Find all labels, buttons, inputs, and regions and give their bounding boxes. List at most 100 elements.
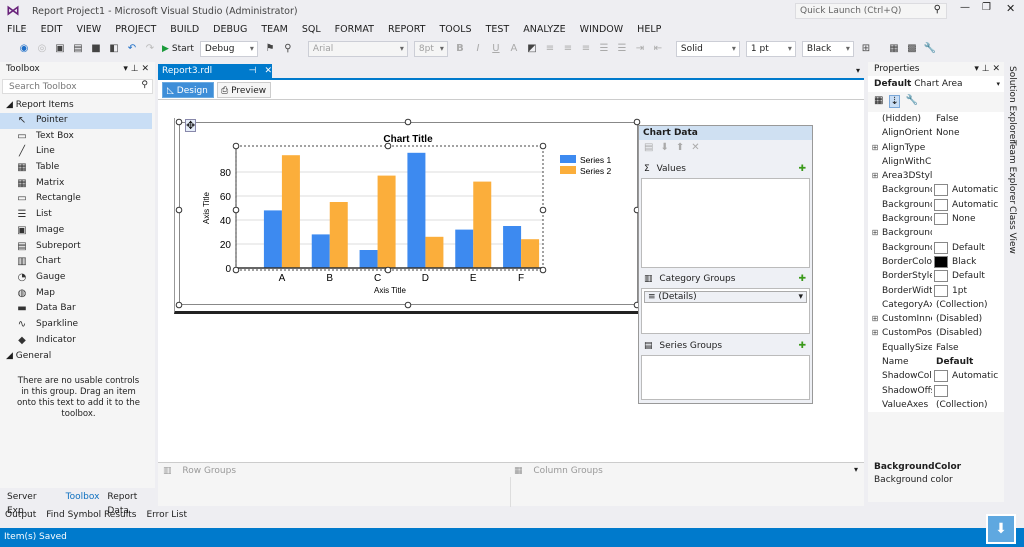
property-row[interactable]: Name Default — [868, 355, 1004, 369]
toolbox-group-general[interactable]: ◢ General — [0, 348, 155, 364]
menu-build[interactable]: BUILD — [163, 22, 206, 38]
x-axis-title[interactable]: Axis Title — [374, 286, 407, 295]
resize-handle[interactable] — [539, 142, 547, 150]
grouping-options-icon[interactable]: ▾ — [854, 465, 858, 474]
property-row[interactable]: ⊞CustomInnerPlotPosition(Disabled) — [868, 312, 1004, 326]
property-row[interactable]: (Hidden) False — [868, 112, 1004, 126]
resize-handle[interactable] — [175, 118, 183, 126]
italic-icon[interactable]: I — [472, 43, 484, 55]
property-row[interactable]: BorderColor Black — [868, 255, 1004, 269]
menu-analyze[interactable]: ANALYZE — [516, 22, 572, 38]
bar-series2-D[interactable] — [425, 236, 444, 268]
resize-handle[interactable] — [404, 301, 412, 309]
new-project-icon[interactable]: ▣ — [54, 43, 66, 55]
toolbox-item-map[interactable]: ◍ Map — [0, 286, 152, 302]
bar-series2-A[interactable] — [281, 155, 300, 268]
menu-team[interactable]: TEAM — [254, 22, 295, 38]
toolbox-item-image[interactable]: ▣ Image — [0, 223, 152, 239]
find-icon[interactable]: ⚲ — [282, 43, 294, 55]
tab-overflow-icon[interactable]: ▾ — [856, 66, 860, 75]
tab-team-explorer[interactable]: Team Explorer — [1007, 140, 1017, 204]
font-size-select[interactable]: 8pt — [413, 41, 448, 57]
underline-icon[interactable]: U — [490, 43, 502, 55]
resize-handle[interactable] — [175, 206, 183, 214]
property-row[interactable]: BackgroundColorAutomatic — [868, 183, 1004, 197]
tab-toolbox[interactable]: Toolbox — [66, 490, 100, 506]
y-axis-title[interactable]: Axis Title — [202, 191, 211, 224]
border-style-select[interactable]: Solid — [675, 41, 740, 57]
property-row[interactable]: EquallySizedAxesFontFalse — [868, 341, 1004, 355]
expand-icon[interactable]: ⊞ — [868, 312, 882, 326]
bullet-list-icon[interactable]: ☰ — [616, 43, 628, 55]
resize-handle[interactable] — [384, 266, 392, 274]
bar-series2-E[interactable] — [473, 181, 492, 268]
resize-handle[interactable] — [539, 206, 547, 214]
bar-series1-C[interactable] — [359, 250, 378, 268]
back-icon[interactable]: ◉ — [18, 43, 30, 55]
menu-view[interactable]: VIEW — [70, 22, 109, 38]
property-row[interactable]: ShadowOffset — [868, 384, 1004, 398]
notification-icon[interactable]: ⬇ — [986, 514, 1016, 544]
tab-server-explorer[interactable]: Server Exp... — [7, 490, 58, 516]
indent-icon[interactable]: ⇥ — [634, 43, 646, 55]
background-color-icon[interactable]: ◩ — [526, 43, 538, 55]
object-selector[interactable]: Default Chart Area ▾ — [868, 76, 1004, 92]
property-row[interactable]: ⊞CustomPosition(Disabled) — [868, 326, 1004, 340]
border-color-select[interactable]: Black — [801, 41, 854, 57]
resize-handle[interactable] — [232, 142, 240, 150]
categorized-icon[interactable]: ▦ — [874, 95, 883, 108]
expand-icon[interactable]: ⊞ — [868, 141, 882, 155]
property-row[interactable]: BorderStyle Default — [868, 269, 1004, 283]
maximize-button[interactable]: ❐ — [982, 2, 991, 13]
bold-icon[interactable]: B — [454, 43, 466, 55]
property-row[interactable]: BackgroundGradientTypeNone — [868, 212, 1004, 226]
property-row[interactable]: AlignOrientationNone — [868, 126, 1004, 140]
config-select[interactable]: Debug — [199, 41, 258, 57]
details-group-select[interactable]: ≡ (Details) ▾ — [644, 291, 807, 303]
numbered-list-icon[interactable]: ☰ — [598, 43, 610, 55]
move-down-icon[interactable]: ⬇ — [660, 142, 668, 153]
tab-class-view[interactable]: Class View — [1007, 206, 1017, 254]
property-row[interactable]: BorderWidth1pt — [868, 284, 1004, 298]
border-width-select[interactable]: 1 pt — [745, 41, 796, 57]
alphabetical-icon[interactable]: ⇣ — [889, 95, 900, 108]
menu-report[interactable]: REPORT — [381, 22, 433, 38]
expand-icon[interactable]: ⊞ — [868, 226, 882, 240]
properties-icon[interactable]: ▤ — [644, 142, 653, 153]
toolbox-item-matrix[interactable]: ▦ Matrix — [0, 176, 152, 192]
toolbox-item-gauge[interactable]: ◔ Gauge — [0, 270, 152, 286]
resize-handle[interactable] — [175, 301, 183, 309]
resize-handle[interactable] — [232, 206, 240, 214]
bar-series2-B[interactable] — [329, 202, 348, 268]
add-series-icon[interactable]: ✚ — [798, 340, 806, 352]
tab-find-symbol-results[interactable]: Find Symbol Results — [46, 508, 136, 524]
add-category-icon[interactable]: ✚ — [798, 273, 806, 285]
toolbox-item-list[interactable]: ☰ List — [0, 207, 152, 223]
redo-icon[interactable]: ↷ — [144, 43, 156, 55]
document-tab[interactable]: Report3.rdl [Design] ⊣ ✕ — [158, 64, 272, 91]
align-center-icon[interactable]: ≡ — [562, 43, 574, 55]
toolbox-item-sparkline[interactable]: ∿ Sparkline — [0, 317, 152, 333]
save-icon[interactable]: ■ — [90, 43, 102, 55]
borders-icon[interactable]: ⊞ — [860, 43, 872, 55]
start-button[interactable]: ▶ Start — [162, 44, 194, 54]
menu-debug[interactable]: DEBUG — [206, 22, 254, 38]
resize-handle[interactable] — [404, 118, 412, 126]
minimize-button[interactable]: — — [960, 2, 970, 13]
property-row[interactable]: ⊞Area3DStyle — [868, 169, 1004, 183]
tab-report-data[interactable]: Report Data — [107, 490, 155, 516]
outdent-icon[interactable]: ⇤ — [652, 43, 664, 55]
menu-edit[interactable]: EDIT — [34, 22, 70, 38]
property-row[interactable]: ⊞BackgroundImage — [868, 226, 1004, 240]
property-row[interactable]: ShadowColorAutomatic — [868, 369, 1004, 383]
font-select[interactable]: Arial — [307, 41, 408, 57]
toolbox-item-rectangle[interactable]: ▭ Rectangle — [0, 191, 152, 207]
chart-title[interactable]: Chart Title — [383, 134, 433, 145]
panel-controls[interactable]: ▾ ⊥ ✕ — [123, 62, 149, 76]
menu-sql[interactable]: SQL — [295, 22, 328, 38]
property-row[interactable]: AlignWithChartArea — [868, 155, 1004, 169]
report-body-icon[interactable]: ▦ — [888, 43, 900, 55]
quick-launch-input[interactable]: Quick Launch (Ctrl+Q) ⚲ — [795, 3, 947, 19]
menu-file[interactable]: FILE — [0, 22, 34, 38]
pin-icon[interactable]: ⊣ — [249, 64, 257, 79]
